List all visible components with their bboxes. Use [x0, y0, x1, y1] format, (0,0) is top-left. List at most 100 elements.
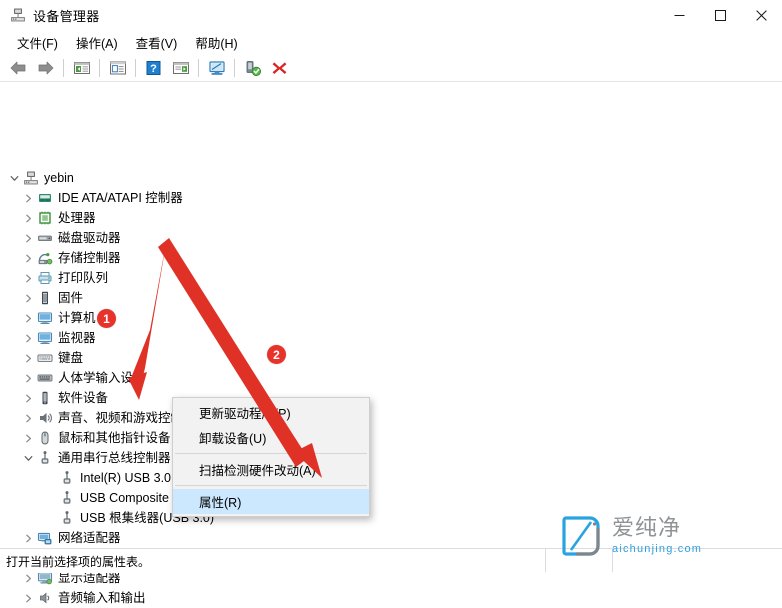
hid-icon	[36, 370, 54, 386]
chevron-down-icon[interactable]	[6, 168, 22, 188]
forward-button[interactable]	[33, 57, 58, 80]
properties-button[interactable]	[105, 57, 130, 80]
tree-spacer	[42, 468, 58, 488]
tree-item[interactable]: 计算机	[6, 308, 506, 328]
minimize-button[interactable]	[659, 0, 700, 30]
toolbar-separator-3	[135, 59, 136, 77]
tree-item-label: 网络适配器	[58, 530, 121, 546]
ctx-properties[interactable]: 属性(R)	[173, 489, 369, 514]
chevron-right-icon[interactable]	[20, 268, 36, 288]
processor-icon	[37, 210, 53, 226]
uninstall-device-icon	[271, 60, 288, 76]
tree-item[interactable]: 固件	[6, 288, 506, 308]
minimize-icon	[674, 10, 685, 21]
firmware-icon	[37, 290, 53, 306]
tree-item[interactable]: IDE ATA/ATAPI 控制器	[6, 188, 506, 208]
printer-icon	[36, 270, 54, 286]
add-legacy-device-button[interactable]	[240, 57, 265, 80]
chevron-right-icon[interactable]	[20, 208, 36, 228]
tree-item[interactable]: yebin	[6, 168, 506, 188]
tree-item[interactable]: 磁盘驱动器	[6, 228, 506, 248]
chevron-right-icon[interactable]	[20, 188, 36, 208]
menu-action[interactable]: 操作(A)	[67, 30, 127, 55]
chevron-right-icon[interactable]	[20, 428, 36, 448]
storage-controller-icon	[36, 250, 54, 266]
title-bar-left: 设备管理器	[10, 0, 100, 30]
sound-icon	[37, 410, 53, 426]
disk-drive-icon	[37, 230, 53, 246]
tree-item[interactable]: 存储控制器	[6, 248, 506, 268]
monitor-icon	[36, 330, 54, 346]
device-manager-window: 设备管理器 文件(F) 操作(A) 查看(V) 帮助(H)	[0, 0, 782, 572]
mouse-icon	[37, 430, 53, 446]
tree-item-label: 鼠标和其他指针设备	[58, 430, 171, 446]
chevron-right-icon[interactable]	[20, 328, 36, 348]
chevron-right-icon[interactable]	[20, 228, 36, 248]
back-button[interactable]	[6, 57, 31, 80]
toolbar-separator-4	[198, 59, 199, 77]
monitor-icon	[36, 310, 54, 326]
chevron-right-icon[interactable]	[20, 528, 36, 548]
software-device-icon	[37, 390, 53, 406]
status-text: 打开当前选择项的属性表。	[6, 553, 150, 570]
tree-item-label: IDE ATA/ATAPI 控制器	[58, 190, 183, 206]
tree-item-label: yebin	[44, 170, 74, 186]
tree-item-label: 通用串行总线控制器	[58, 450, 171, 466]
storage-controller-icon	[37, 250, 53, 266]
disk-drive-icon	[36, 230, 54, 246]
help-icon: ?	[145, 60, 162, 76]
chevron-down-icon[interactable]	[20, 448, 36, 468]
menu-help[interactable]: 帮助(H)	[186, 30, 246, 55]
tree-item[interactable]: 音频输入和输出	[6, 588, 506, 608]
help-button[interactable]: ?	[141, 57, 166, 80]
chevron-right-icon[interactable]	[20, 348, 36, 368]
maximize-button[interactable]	[700, 0, 741, 30]
network-adapter-icon	[37, 530, 53, 546]
back-icon	[9, 60, 28, 76]
usb-device-icon	[58, 470, 76, 486]
details-pane-button[interactable]	[168, 57, 193, 80]
printer-icon	[37, 270, 53, 286]
tree-item[interactable]: 处理器	[6, 208, 506, 228]
tree-item[interactable]: 人体学输入设备	[6, 368, 506, 388]
ctx-update-driver[interactable]: 更新驱动程序(P)	[173, 400, 369, 425]
show-hide-tree-button[interactable]	[69, 57, 94, 80]
tree-spacer	[42, 508, 58, 528]
chevron-right-icon[interactable]	[20, 288, 36, 308]
tree-item-label: 固件	[58, 290, 83, 306]
chevron-right-icon[interactable]	[20, 368, 36, 388]
chevron-right-icon[interactable]	[20, 388, 36, 408]
tree-item[interactable]: 监视器	[6, 328, 506, 348]
usb-device-icon	[59, 510, 75, 526]
scan-hardware-icon	[207, 60, 227, 77]
close-button[interactable]	[741, 0, 782, 30]
usb-device-icon	[59, 470, 75, 486]
ctx-uninstall-device[interactable]: 卸载设备(U)	[173, 425, 369, 450]
monitor-icon	[37, 330, 53, 346]
scan-hardware-button[interactable]	[204, 57, 229, 80]
computer-icon	[22, 170, 40, 186]
tree-item[interactable]: 打印队列	[6, 268, 506, 288]
audio-io-icon	[36, 590, 54, 606]
tree-item[interactable]: 网络适配器	[6, 528, 506, 548]
uninstall-device-button[interactable]	[267, 57, 292, 80]
chevron-right-icon[interactable]	[20, 408, 36, 428]
forward-icon	[36, 60, 55, 76]
tree-item[interactable]: 键盘	[6, 348, 506, 368]
tree-item-label: 打印队列	[58, 270, 108, 286]
chevron-right-icon[interactable]	[20, 588, 36, 608]
keyboard-icon	[36, 350, 54, 366]
hid-icon	[37, 370, 53, 386]
chevron-right-icon[interactable]	[20, 308, 36, 328]
usb-device-icon	[58, 490, 76, 506]
ctx-scan-hardware[interactable]: 扫描检测硬件改动(A)	[173, 457, 369, 482]
watermark-cn: 爱纯净	[612, 518, 702, 540]
menu-file[interactable]: 文件(F)	[8, 30, 67, 55]
chevron-right-icon[interactable]	[20, 248, 36, 268]
annotation-badge-1: 1	[97, 309, 116, 328]
menu-view[interactable]: 查看(V)	[127, 30, 187, 55]
watermark-logo-icon	[560, 514, 604, 558]
watermark-text: 爱纯净 aichunjing.com	[612, 518, 702, 555]
monitor-icon	[37, 310, 53, 326]
tree-item-label: 人体学输入设备	[58, 370, 146, 386]
